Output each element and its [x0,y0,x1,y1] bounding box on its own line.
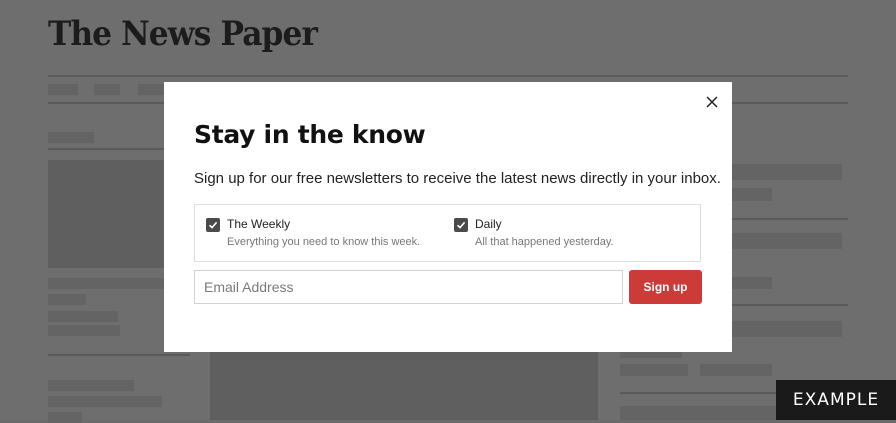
text-placeholder [732,233,842,249]
text-placeholder [48,380,134,391]
text-placeholder [732,277,772,289]
newspaper-logo: The News Paper [48,14,318,54]
text-placeholder [48,396,162,407]
modal-description: Sign up for our free newsletters to rece… [194,170,721,187]
header-divider [48,75,848,77]
nav-placeholder [94,84,120,95]
column-divider [620,392,776,394]
email-field[interactable] [194,270,623,304]
section-placeholder [48,132,94,143]
text-placeholder [700,364,772,376]
image-placeholder [210,352,598,420]
nav-placeholder [138,84,164,95]
text-placeholder [732,188,772,201]
option-sublabel: All that happened yesterday. [475,236,614,248]
newsletter-modal: Stay in the know Sign up for our free ne… [164,82,732,352]
option-label: The Weekly [227,217,291,231]
text-placeholder [732,164,842,180]
column-divider [48,354,190,356]
text-placeholder [620,364,688,376]
example-badge: EXAMPLE [776,380,896,420]
checkbox-checked-icon[interactable] [454,218,468,232]
text-placeholder [48,325,120,336]
text-placeholder [48,294,86,305]
text-placeholder [48,412,82,423]
column-divider [732,218,848,220]
modal-title: Stay in the know [194,120,426,149]
checkbox-checked-icon[interactable] [206,218,220,232]
text-placeholder [48,278,166,289]
option-sublabel: Everything you need to know this week. [227,236,421,248]
close-icon[interactable] [704,94,720,110]
text-placeholder [620,406,776,420]
sign-up-button[interactable]: Sign up [629,270,702,304]
newsletter-options: The Weekly Everything you need to know t… [194,204,701,262]
text-placeholder [48,311,118,322]
option-label: Daily [475,217,502,231]
nav-placeholder [48,84,78,95]
